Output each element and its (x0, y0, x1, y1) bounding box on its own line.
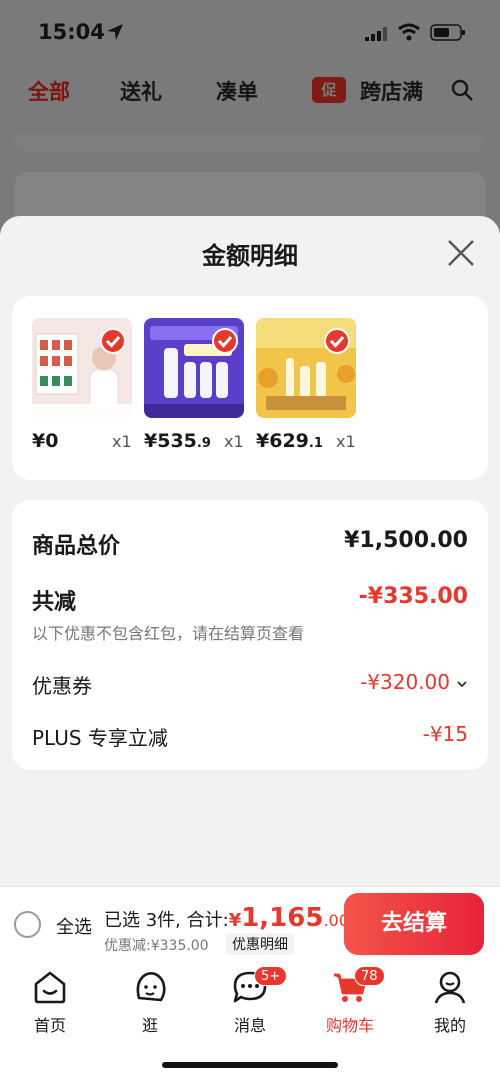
signal-icon (365, 27, 387, 41)
reduction-value: -¥335.00 (358, 584, 468, 609)
tab-gift[interactable]: 送礼 (120, 76, 162, 106)
background-card-edge (14, 134, 486, 152)
status-time: 15:04 (38, 20, 105, 44)
search-icon[interactable] (450, 78, 474, 102)
tab-messages[interactable]: 5+ 消息 (210, 966, 290, 1044)
select-all-checkbox[interactable] (14, 911, 41, 938)
total-price-row: 商品总价 ¥1,500.00 (32, 528, 468, 559)
select-all-label[interactable]: 全选 (56, 913, 92, 939)
product-price: ¥629.1 (256, 430, 323, 452)
total-line: 已选 3件, 合计:¥1,165.00 (104, 903, 349, 933)
chevron-down-icon[interactable] (456, 678, 468, 690)
checkout-bar: 全选 已选 3件, 合计:¥1,165.00 优惠减:¥335.00 优惠明细 … (0, 886, 500, 962)
reduction-label: 共减 (32, 590, 77, 615)
checkout-button[interactable]: 去结算 (344, 893, 484, 955)
tab-bundle[interactable]: 凑单 (216, 76, 258, 106)
wifi-icon (398, 23, 420, 41)
summary-card: 商品总价 ¥1,500.00 共减 -¥335.00 以下优惠不包含红包，请在结… (12, 500, 488, 770)
selected-check-icon (324, 328, 350, 354)
plus-discount-row: PLUS 专享立减 -¥15 (32, 722, 468, 750)
reduction-row: 共减 -¥335.00 以下优惠不包含红包，请在结算页查看 (32, 584, 468, 646)
selected-check-icon (100, 328, 126, 354)
saved-text: 优惠减:¥335.00 (104, 938, 209, 954)
battery-icon (430, 24, 465, 41)
total-amount: ¥1,165.00 (228, 903, 349, 933)
close-icon[interactable] (446, 238, 476, 268)
bottom-tab-bar: 首页 逛 5+ 消息 78 购物车 我的 (0, 962, 500, 1083)
coupon-value: -¥320.00 (360, 670, 450, 694)
browse-face-icon (136, 972, 166, 1002)
coupon-label: 优惠券 (32, 674, 92, 698)
tab-all[interactable]: 全部 (28, 76, 70, 106)
tab-home[interactable]: 首页 (10, 968, 90, 1044)
tab-browse[interactable]: 逛 (110, 968, 190, 1044)
plus-value: -¥15 (422, 722, 468, 746)
discount-detail-button[interactable]: 优惠明细 (226, 933, 294, 955)
product-qty: x1 (336, 432, 356, 451)
category-tabs: 全部 送礼 凑单 促 跨店满 (0, 76, 500, 116)
promo-tag: 促 (312, 77, 346, 103)
tab-profile[interactable]: 我的 (410, 968, 490, 1044)
product-qty: x1 (224, 432, 244, 451)
tab-cross-store[interactable]: 跨店满 (360, 76, 426, 106)
tab-cart[interactable]: 78 购物车 (310, 966, 390, 1044)
plus-label: PLUS 专享立减 (32, 726, 168, 750)
reduction-note: 以下优惠不包含红包，请在结算页查看 (32, 624, 305, 643)
location-arrow-icon (107, 24, 123, 40)
home-icon (34, 971, 66, 1004)
product-price: ¥0 (32, 430, 59, 452)
amount-detail-sheet: 金额明细 ¥0 x1 ¥535.9 x1 ¥629.1 x1 商品总价 ¥1,5… (0, 216, 500, 886)
total-price-label: 商品总价 (32, 534, 121, 559)
home-indicator (162, 1062, 338, 1068)
profile-icon (434, 971, 466, 1004)
products-card: ¥0 x1 ¥535.9 x1 ¥629.1 x1 (12, 296, 488, 480)
selected-check-icon (212, 328, 238, 354)
product-qty: x1 (112, 432, 132, 451)
coupon-row[interactable]: 优惠券 -¥320.00 (32, 670, 468, 698)
product-price: ¥535.9 (144, 430, 211, 452)
cart-badge: 78 (354, 966, 385, 986)
selected-count-text: 已选 3件, 合计: (104, 910, 229, 931)
message-badge: 5+ (254, 966, 288, 986)
sheet-title: 金额明细 (202, 242, 298, 270)
background-cart-page: 全部 送礼 凑单 促 跨店满 (0, 64, 500, 252)
status-bar: 15:04 (0, 0, 500, 64)
total-price-value: ¥1,500.00 (344, 528, 468, 553)
